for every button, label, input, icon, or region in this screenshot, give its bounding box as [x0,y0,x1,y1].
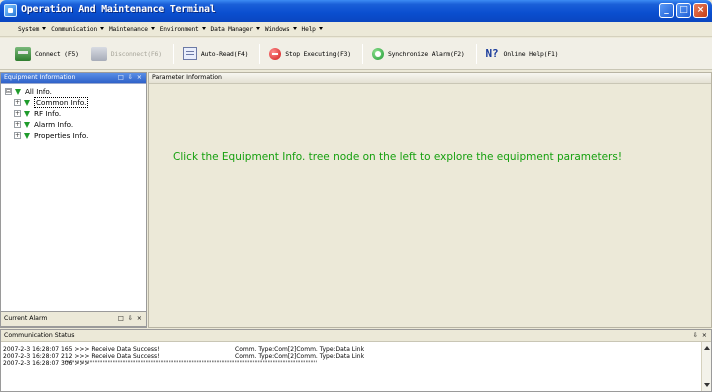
stop-executing-label: Stop Executing(F3) [285,49,351,58]
expand-icon[interactable]: + [14,132,21,139]
expand-icon[interactable]: + [14,121,21,128]
sync-alarm-button[interactable]: Synchronize Alarm(F2) [367,43,470,65]
equipment-tree: ⊟ All Info. + Common Info. + RF Info. + … [1,84,146,141]
collapse-icon[interactable]: ⊟ [5,88,12,95]
equipment-panel-title: Equipment Information [4,74,76,81]
chevron-down-icon [42,27,47,30]
node-icon [24,99,30,106]
close-button[interactable]: × [693,3,708,18]
equipment-panel: Equipment Information □ ⇩ × ⊟ All Info. … [0,72,147,328]
equipment-panel-header[interactable]: Equipment Information □ ⇩ × [1,73,146,84]
communication-panel-header[interactable]: Communication Status ⇩ × [1,330,711,342]
tree-node-common-info[interactable]: + Common Info. [5,97,146,108]
tree-node-rf-info[interactable]: + RF Info. [5,108,146,119]
menu-maintenance[interactable]: Maintenance [109,26,155,33]
stop-icon [269,47,282,60]
parameter-panel-header[interactable]: Parameter Information [149,73,711,84]
toolbar-separator [475,43,477,64]
maximize-button[interactable]: □ [676,3,691,18]
sync-alarm-label: Synchronize Alarm(F2) [387,49,465,58]
tree-node-properties-info[interactable]: + Properties Info. [5,130,146,141]
chevron-down-icon [150,27,155,30]
online-help-label: Online Help(F1) [503,49,559,58]
connect-icon [15,46,31,61]
expand-icon[interactable]: + [14,110,21,117]
disconnect-button[interactable]: Disconnect(F6) [86,43,167,65]
disconnect-icon [90,46,107,61]
node-icon [24,132,30,139]
tree-node-all-info[interactable]: ⊟ All Info. [5,86,146,97]
log-row: 2007-2-3 16:28:07 165 >>> Receive Data S… [3,346,365,353]
toolbar: Connect (F5) Disconnect(F6) Auto-Read(F4… [0,38,712,70]
chevron-down-icon [255,27,260,30]
communication-log: 2007-2-3 16:28:07 165 >>> Receive Data S… [1,342,711,367]
help-icon: N? [485,47,499,60]
menu-windows[interactable]: Windows [265,26,297,33]
window-title: Operation And Maintenance Terminal [21,4,216,15]
expand-icon[interactable]: + [14,99,21,106]
panel-controls[interactable]: □ ⇩ × [118,73,143,83]
chevron-down-icon [318,27,323,30]
tree-node-alarm-info[interactable]: + Alarm Info. [5,119,146,130]
communication-panel: Communication Status ⇩ × 2007-2-3 16:28:… [0,329,712,392]
parameter-panel-title: Parameter Information [152,74,222,81]
app-icon [4,4,17,17]
communication-panel-title: Communication Status [4,332,75,339]
toolbar-separator [361,43,363,64]
disconnect-label: Disconnect(F6) [110,49,162,58]
scroll-up-icon[interactable] [704,346,710,350]
minimize-button[interactable]: _ [659,3,674,18]
menu-data-manager[interactable]: Data Manager [211,26,260,33]
connect-button[interactable]: Connect (F5) [10,43,84,65]
menu-system[interactable]: System [18,26,47,33]
panel-controls[interactable]: □ ⇩ × [118,312,143,326]
parameter-panel: Parameter Information Click the Equipmen… [148,72,712,328]
current-alarm-panel[interactable]: Current Alarm □ ⇩ × [0,311,147,327]
menu-environment[interactable]: Environment [160,26,206,33]
log-row: 2007-2-3 16:28:07 212 >>> Receive Data S… [3,353,365,360]
connect-label: Connect (F5) [35,49,79,58]
auto-read-icon [182,47,197,60]
log-scrollbar[interactable] [701,342,711,391]
online-help-button[interactable]: N? Online Help(F1) [481,43,564,65]
scroll-down-icon[interactable] [704,383,710,387]
chevron-down-icon [99,27,104,30]
node-icon [24,110,30,117]
stop-executing-button[interactable]: Stop Executing(F3) [264,43,356,65]
menu-help[interactable]: Help [302,26,323,33]
parameter-hint: Click the Equipment Info. tree node on t… [173,151,623,163]
title-bar[interactable]: Operation And Maintenance Terminal _ □ × [0,0,712,22]
node-icon [15,88,21,95]
chevron-down-icon [292,27,297,30]
current-alarm-title: Current Alarm [4,315,48,322]
sync-icon [371,47,384,60]
chevron-down-icon [201,27,206,30]
toolbar-separator [259,43,261,64]
menu-communication[interactable]: Communication [51,26,104,33]
node-icon [24,121,30,128]
auto-read-label: Auto-Read(F4) [200,49,249,58]
toolbar-separator [172,43,174,64]
auto-read-button[interactable]: Auto-Read(F4) [178,43,253,65]
log-row: 2007-2-3 16:28:07 306 >>> ''''''''''''''… [3,360,318,367]
menu-bar: System Communication Maintenance Environ… [0,22,712,37]
panel-controls[interactable]: ⇩ × [693,330,708,341]
